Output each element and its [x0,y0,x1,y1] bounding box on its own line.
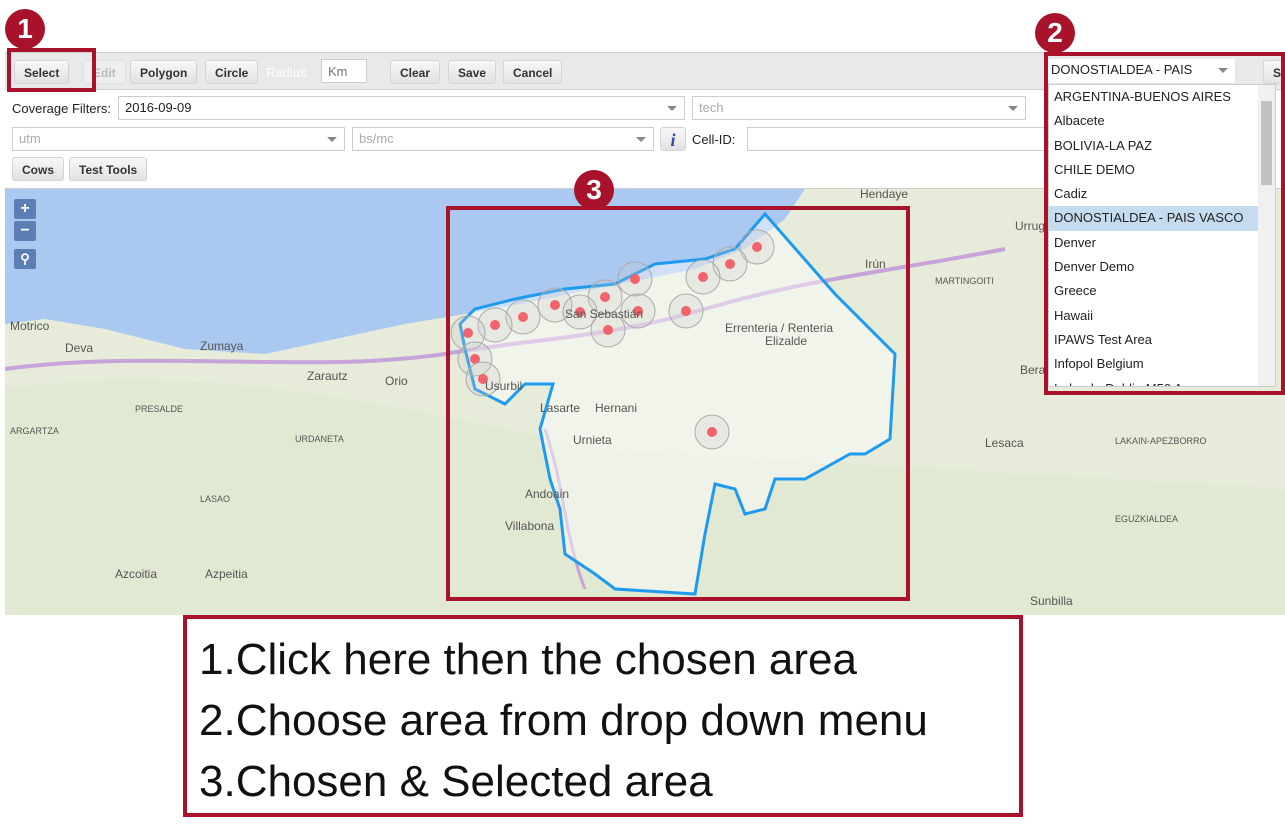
map-place-label: Deva [65,341,94,355]
zoom-out-button[interactable]: − [14,221,36,241]
chevron-down-icon [636,137,646,142]
map-place-label: Motrico [10,319,50,333]
highlight-select [7,48,96,92]
clear-button[interactable]: Clear [390,60,441,84]
instruction-2: 2.Choose area from drop down menu [199,696,928,745]
instruction-1: 1.Click here then the chosen area [199,635,857,684]
map-place-label: EGUZKIALDEA [1115,514,1179,524]
map-place-label: Azcoitia [115,567,158,581]
radius-label: Radius [266,65,307,80]
instructions-box: 1.Click here then the chosen area 2.Choo… [183,615,1023,817]
map-place-label: Sunbilla [1030,594,1073,608]
map-place-label: MARTINGOITI [935,276,994,286]
map-place-label: Lesaca [985,436,1024,450]
zoom-in-button[interactable]: + [14,199,36,219]
tech-select[interactable]: tech [692,96,1026,120]
test-tools-button[interactable]: Test Tools [69,157,148,181]
radius-input[interactable] [321,59,367,83]
date-select[interactable]: 2016-09-09 [118,96,685,120]
chevron-down-icon [667,106,677,111]
badge-1: 1 [5,9,45,49]
polygon-button[interactable]: Polygon [130,60,198,84]
map-place-label: LAKAIN-APEZBORRO [1115,436,1207,446]
map-place-label: Orio [385,374,408,388]
badge-3: 3 [574,170,614,210]
bsmc-select[interactable]: bs/mc [352,127,654,151]
map-place-label: PRESALDE [135,404,184,414]
map-place-label: Zarautz [307,369,348,383]
cellid-input[interactable] [747,127,1047,151]
chevron-down-icon [327,137,337,142]
magnifier-icon[interactable]: ⚲ [14,249,36,269]
utm-select[interactable]: utm [12,127,345,151]
circle-button[interactable]: Circle [205,60,259,84]
badge-2: 2 [1035,13,1075,53]
map-place-label: Hendaye [860,188,909,201]
highlight-area [446,206,910,601]
cancel-button[interactable]: Cancel [503,60,563,84]
map-place-label: Azpeitia [205,567,248,581]
info-icon[interactable]: i [660,127,686,151]
chevron-down-icon [1008,106,1018,111]
save-button[interactable]: Save [448,60,497,84]
coverage-filters-label: Coverage Filters: [12,101,111,116]
highlight-dropdown [1044,52,1285,395]
map-place-label: ARGARTZA [10,426,59,436]
instruction-3: 3.Chosen & Selected area [199,757,713,806]
date-value: 2016-09-09 [125,100,192,115]
map-place-label: URDANETA [295,434,344,444]
cellid-label: Cell-ID: [692,132,736,147]
map-place-label: Zumaya [200,339,244,353]
tech-placeholder: tech [699,100,724,115]
bsmc-placeholder: bs/mc [359,131,394,146]
utm-placeholder: utm [19,131,41,146]
cows-button[interactable]: Cows [12,157,65,181]
map-place-label: LASAO [200,494,231,504]
